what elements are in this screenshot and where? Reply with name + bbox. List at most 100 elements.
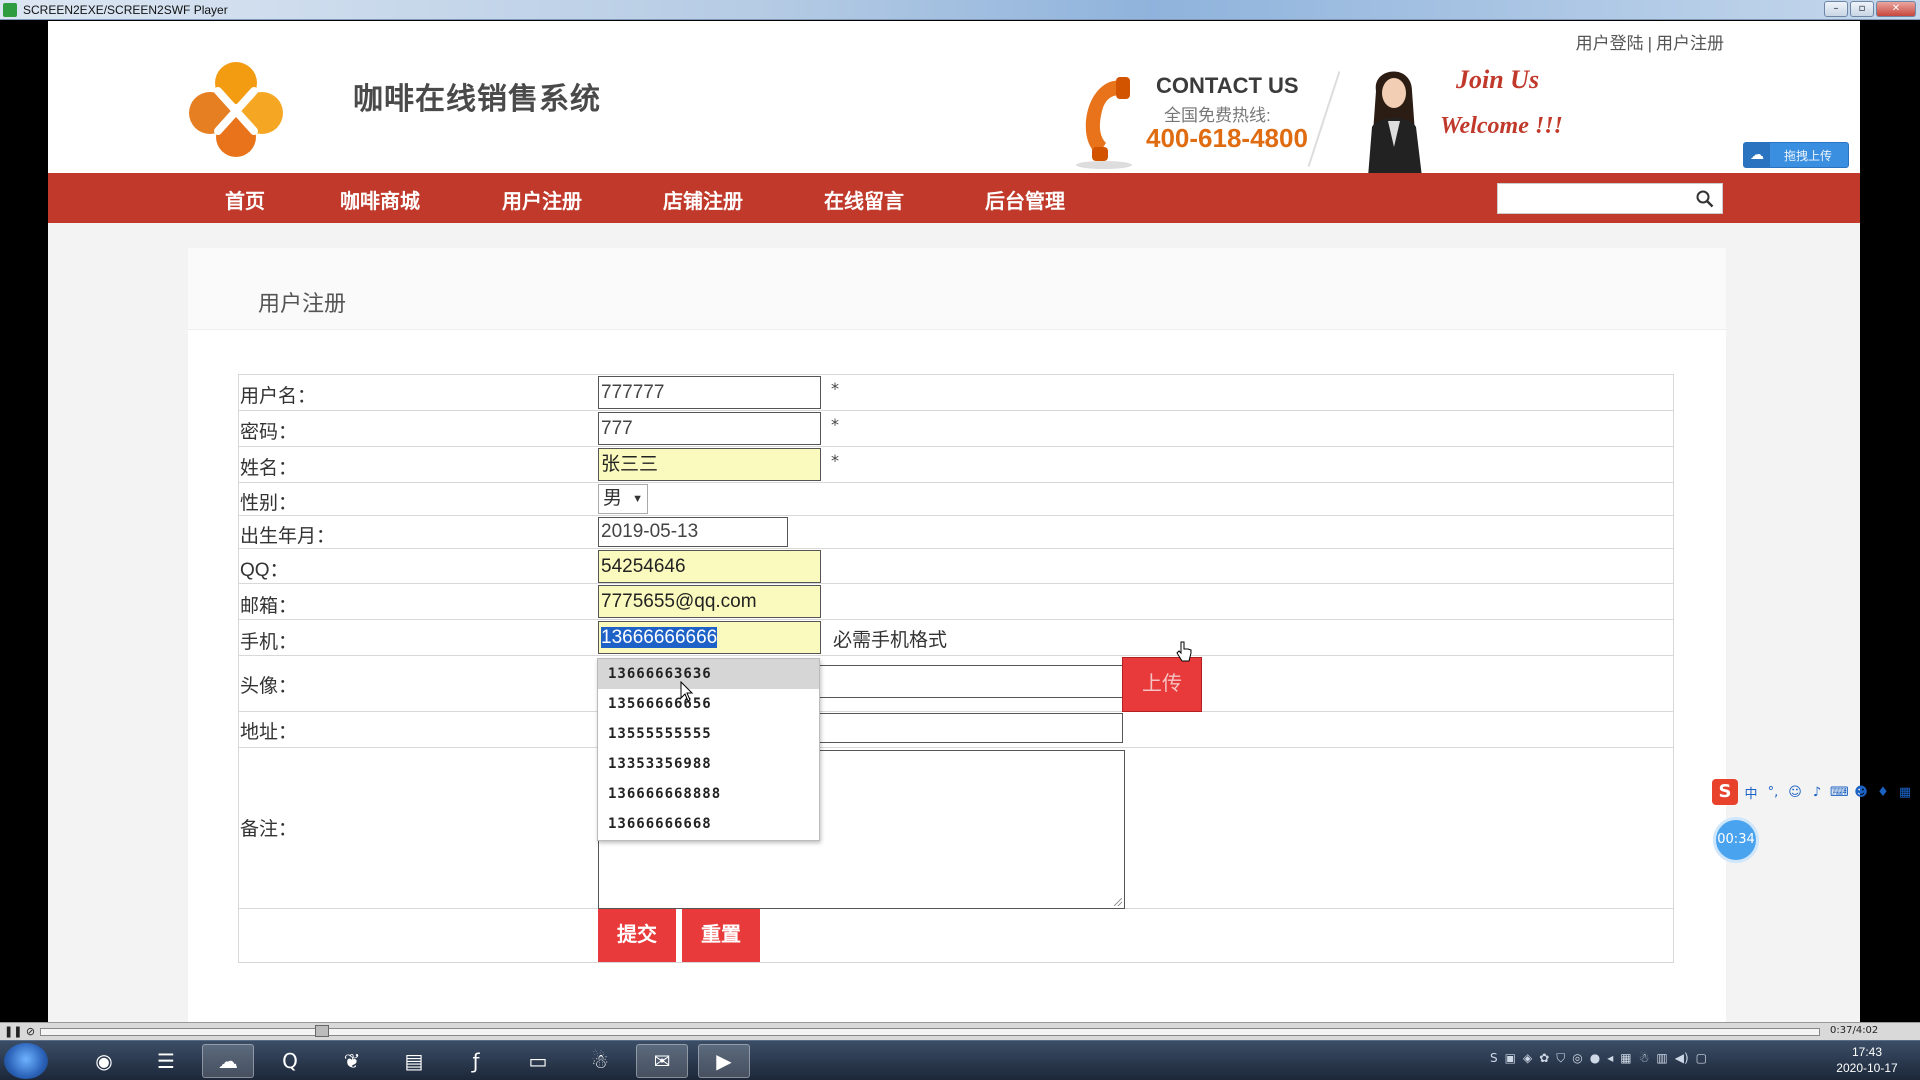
chrome-icon[interactable]: ◉ bbox=[78, 1044, 130, 1078]
excel-chart-icon[interactable]: ▤ bbox=[388, 1044, 440, 1078]
name-label: 姓名： bbox=[240, 458, 298, 479]
autocomplete-item[interactable]: 13666663636 bbox=[598, 659, 819, 689]
eclipse-icon[interactable]: ☰ bbox=[140, 1044, 192, 1078]
qq-tray-icon[interactable]: ☃ bbox=[1639, 1051, 1650, 1066]
flash-icon[interactable]: ƒ bbox=[450, 1044, 502, 1078]
autocomplete-item[interactable]: 136666668888 bbox=[598, 779, 819, 809]
baidu-netdisk-icon[interactable]: ☁ bbox=[202, 1044, 254, 1078]
network-icon[interactable]: ▥ bbox=[1656, 1051, 1667, 1066]
tray-icon[interactable]: ✿ bbox=[1539, 1051, 1549, 1066]
site-header: 咖啡在线销售系统 用户登陆 | 用户注册 CONTACT US 全国免费热线: 40… bbox=[48, 21, 1860, 177]
sogou-tray-icon[interactable]: S bbox=[1490, 1051, 1498, 1066]
gender-select[interactable]: 男 ▼ bbox=[598, 484, 648, 514]
login-link[interactable]: 用户登陆 bbox=[1576, 34, 1644, 53]
main-nav: 首页 咖啡商城 用户注册 店铺注册 在线留言 后台管理 bbox=[48, 173, 1860, 223]
clock-date: 2020-10-17 bbox=[1836, 1061, 1898, 1075]
wechat-tray-icon[interactable]: ● bbox=[1590, 1051, 1600, 1066]
form-row-remark: 备注： bbox=[239, 748, 1673, 909]
ime-toolbar: S 中 °, ☺ ♪ ⌨ ☻ ♦ ▦ bbox=[1712, 778, 1920, 806]
search-input[interactable] bbox=[1497, 183, 1723, 214]
tray-icon[interactable]: ◈ bbox=[1523, 1051, 1532, 1066]
reset-button[interactable]: 重置 bbox=[682, 909, 760, 962]
phone-icon bbox=[1076, 77, 1132, 169]
volume-icon[interactable]: ◀) bbox=[1675, 1051, 1689, 1066]
nav-admin[interactable]: 后台管理 bbox=[985, 185, 1065, 214]
contact-phone: 400-618-4800 bbox=[1146, 123, 1308, 153]
nav-message[interactable]: 在线留言 bbox=[824, 185, 904, 214]
web-page: 咖啡在线销售系统 用户登陆 | 用户注册 CONTACT US 全国免费热线: 40… bbox=[48, 21, 1860, 1022]
gender-label: 性别： bbox=[240, 493, 298, 514]
email-field[interactable]: 7775655@qq.com bbox=[598, 585, 821, 618]
autocomplete-item[interactable]: 13566666656 bbox=[598, 689, 819, 719]
name-field[interactable]: 张三三 bbox=[598, 448, 821, 481]
address-label: 地址： bbox=[240, 722, 298, 743]
upload-button[interactable]: 上传 bbox=[1122, 657, 1202, 712]
username-field[interactable]: 777777 bbox=[598, 376, 821, 409]
punctuation-icon[interactable]: °, bbox=[1764, 785, 1782, 800]
user-icon[interactable]: ☻ bbox=[1852, 785, 1870, 800]
system-clock[interactable]: 17:43 2020-10-17 bbox=[1822, 1044, 1912, 1076]
submit-button[interactable]: 提交 bbox=[598, 909, 676, 962]
qq-field[interactable]: 54254646 bbox=[598, 550, 821, 583]
nav-shop-register[interactable]: 店铺注册 bbox=[663, 185, 743, 214]
wechat-icon[interactable]: ✉ bbox=[636, 1044, 688, 1078]
nav-home[interactable]: 首页 bbox=[225, 185, 265, 214]
autocomplete-item[interactable]: 13666666668 bbox=[598, 809, 819, 839]
browser-q-icon[interactable]: Q bbox=[264, 1044, 316, 1078]
file-explorer-icon[interactable]: ▭ bbox=[512, 1044, 564, 1078]
pause-icon[interactable]: ❚❚ ⊘ bbox=[4, 1025, 35, 1038]
phone-selected-text: 13666666666 bbox=[601, 627, 718, 648]
window-controls: – ▫ ✕ bbox=[1824, 1, 1916, 17]
card-header: 用户注册 bbox=[188, 248, 1726, 330]
tray-icon[interactable]: ▣ bbox=[1505, 1051, 1516, 1066]
autocomplete-item[interactable]: 13353356988 bbox=[598, 749, 819, 779]
password-field[interactable]: 777 bbox=[598, 412, 821, 445]
header-divider bbox=[1307, 71, 1341, 167]
ime-language-toggle[interactable]: 中 bbox=[1742, 783, 1760, 802]
tray-icon[interactable]: ▦ bbox=[1620, 1051, 1631, 1066]
birth-date-field[interactable]: 2019-05-13 bbox=[598, 517, 788, 547]
microphone-icon[interactable]: ♪ bbox=[1808, 785, 1826, 800]
maximize-icon[interactable]: ▫ bbox=[1850, 1, 1874, 17]
seek-handle[interactable] bbox=[315, 1025, 329, 1037]
toolbox-icon[interactable]: ▦ bbox=[1896, 785, 1914, 800]
phone-label: 手机： bbox=[240, 632, 298, 653]
drag-upload-widget[interactable]: ☁ 拖拽上传 bbox=[1743, 142, 1849, 168]
start-button-icon[interactable] bbox=[4, 1043, 48, 1079]
contact-title: CONTACT US bbox=[1156, 73, 1299, 98]
windows-taskbar: ◉ ☰ ☁ Q ❦ ▤ ƒ ▭ ☃ ✉ ▶ S ▣ ◈ ✿ ⛉ ◎ ● ◂ ▦ … bbox=[0, 1040, 1920, 1080]
close-icon[interactable]: ✕ bbox=[1876, 1, 1916, 17]
search-icon[interactable] bbox=[1696, 190, 1714, 208]
screen-player-icon[interactable]: ▶ bbox=[698, 1044, 750, 1078]
green-app-icon[interactable]: ❦ bbox=[326, 1044, 378, 1078]
seek-bar[interactable] bbox=[40, 1028, 1820, 1036]
recording-timer[interactable]: 00:34 bbox=[1713, 817, 1759, 863]
nav-user-register[interactable]: 用户注册 bbox=[502, 185, 582, 214]
player-title: SCREEN2EXE/SCREEN2SWF Player bbox=[23, 2, 228, 17]
password-label: 密码： bbox=[240, 422, 298, 443]
skin-icon[interactable]: ♦ bbox=[1874, 785, 1892, 800]
sogou-ime-icon[interactable]: S bbox=[1712, 779, 1738, 805]
mascot-girl-image bbox=[1368, 71, 1422, 177]
player-app-icon bbox=[3, 2, 17, 17]
register-link[interactable]: 用户注册 bbox=[1656, 34, 1724, 53]
player-titlebar: SCREEN2EXE/SCREEN2SWF Player – ▫ ✕ bbox=[0, 0, 1920, 20]
phone-autocomplete-list: 13666663636 13566666656 13555555555 1335… bbox=[597, 658, 820, 841]
tray-icon[interactable]: ▢ bbox=[1696, 1051, 1707, 1066]
keyboard-icon[interactable]: ⌨ bbox=[1830, 785, 1849, 800]
qq-icon[interactable]: ☃ bbox=[574, 1044, 626, 1078]
required-mark: * bbox=[831, 451, 839, 470]
username-label: 用户名： bbox=[240, 386, 317, 407]
form-row-email: 邮箱： 7775655@qq.com bbox=[239, 584, 1673, 620]
nav-coffee-mall[interactable]: 咖啡商城 bbox=[340, 185, 420, 214]
site-logo-icon bbox=[189, 62, 283, 157]
form-row-gender: 性别： 男 ▼ bbox=[239, 483, 1673, 516]
emoji-icon[interactable]: ☺ bbox=[1786, 785, 1804, 800]
minimize-icon[interactable]: – bbox=[1824, 1, 1848, 17]
tray-icon[interactable]: ◎ bbox=[1572, 1051, 1582, 1066]
shield-icon[interactable]: ⛉ bbox=[1556, 1051, 1565, 1066]
phone-field[interactable]: 13666666666 bbox=[598, 621, 821, 654]
autocomplete-item[interactable]: 13555555555 bbox=[598, 719, 819, 749]
player-controls: ❚❚ ⊘ 0:37/4:02 bbox=[0, 1022, 1920, 1040]
tray-icon[interactable]: ◂ bbox=[1607, 1051, 1613, 1066]
